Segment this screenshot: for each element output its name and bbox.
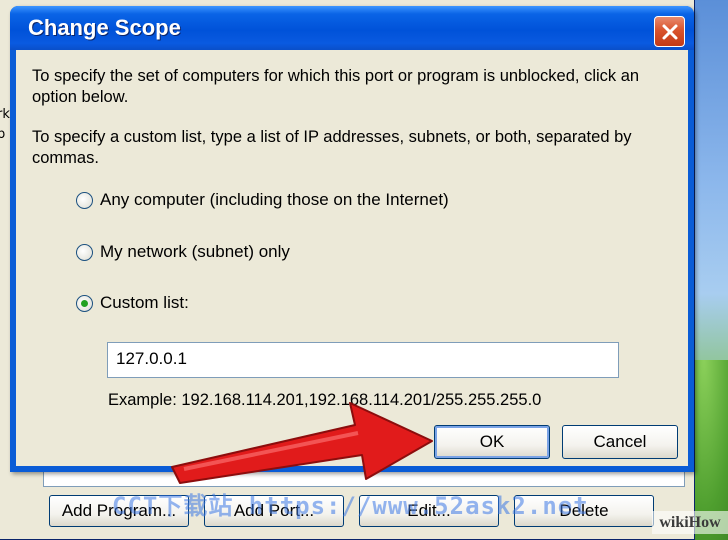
instruction-text-2: To specify a custom list, type a list of… [32,128,632,167]
close-icon [662,24,677,39]
option-any-computer[interactable]: Any computer (including those on the Int… [76,189,449,211]
radio-my-network[interactable] [76,243,93,261]
option-custom-list[interactable]: Custom list: [76,292,189,314]
instruction-text-1: To specify the set of computers for whic… [32,67,640,106]
dialog-titlebar[interactable]: Change Scope [10,6,694,50]
parent-edge-text-1: rk [0,107,10,122]
option-my-network-label: My network (subnet) only [100,242,290,261]
custom-list-input[interactable]: 127.0.0.1 [107,342,619,378]
watermark-text: CCT下载站 https://www.52ask2.net [112,492,589,520]
option-custom-list-label: Custom list: [100,293,189,312]
cancel-button[interactable]: Cancel [562,425,678,459]
close-button[interactable] [654,16,685,47]
radio-custom-list[interactable] [76,294,93,312]
radio-any-computer[interactable] [76,191,93,209]
parent-edge-text-2: p [0,127,6,142]
wikihow-logo: wikiHow [652,511,728,534]
dialog-title: Change Scope [28,15,181,40]
option-any-computer-label: Any computer (including those on the Int… [100,190,449,209]
red-arrow-annotation [171,402,433,484]
radio-selected-dot [81,299,88,307]
option-my-network[interactable]: My network (subnet) only [76,241,290,263]
